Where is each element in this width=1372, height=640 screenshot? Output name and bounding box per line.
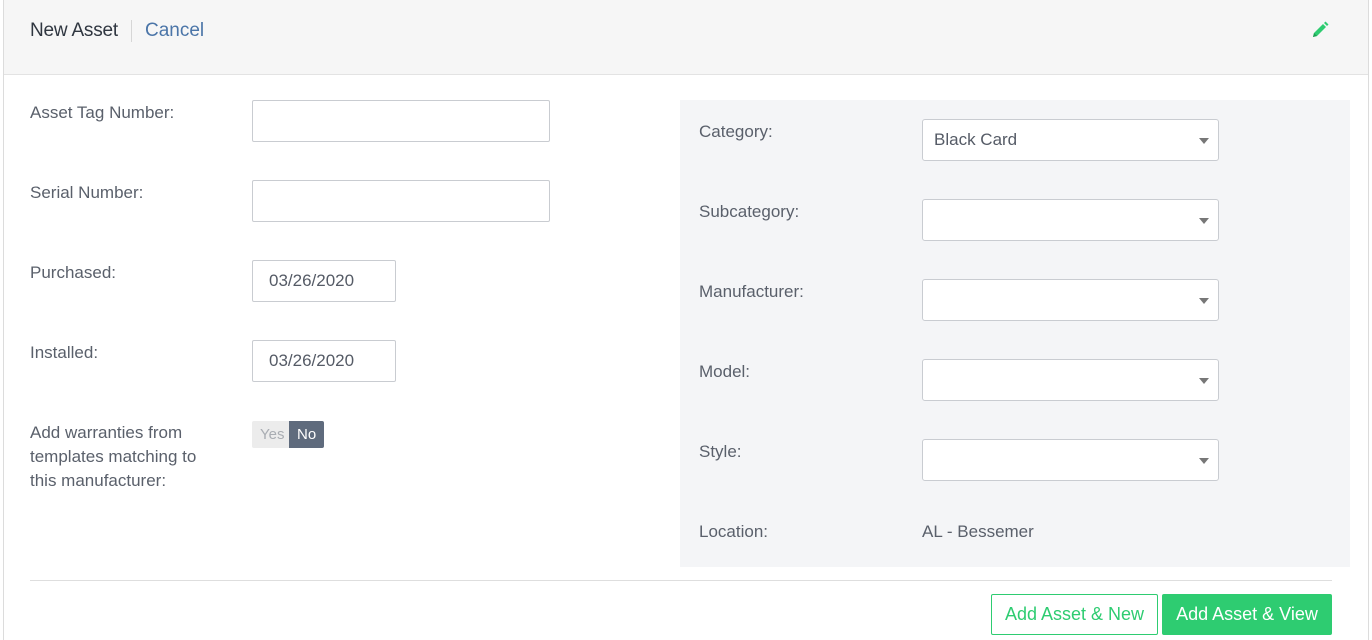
installed-label: Installed: [30, 343, 99, 362]
model-label: Model: [699, 362, 751, 381]
page-title: New Asset [30, 20, 118, 41]
serial-number-label: Serial Number: [30, 183, 144, 202]
warranty-label-line1: Add warranties from [30, 423, 183, 442]
subcategory-label: Subcategory: [699, 202, 800, 221]
manufacturer-select[interactable] [922, 279, 1219, 321]
warranty-yes-option[interactable]: Yes [252, 421, 289, 448]
category-selected-value: Black Card [934, 130, 1018, 149]
style-select[interactable] [922, 439, 1219, 481]
chevron-down-icon [1199, 218, 1209, 224]
header-divider [131, 20, 132, 42]
asset-tag-label: Asset Tag Number: [30, 103, 175, 122]
add-asset-and-view-button[interactable]: Add Asset & View [1162, 594, 1332, 635]
location-value: AL - Bessemer [922, 522, 1034, 541]
purchased-label: Purchased: [30, 263, 116, 282]
category-label: Category: [699, 122, 773, 141]
cancel-link[interactable]: Cancel [145, 20, 204, 42]
location-label: Location: [699, 522, 768, 541]
new-asset-form: New Asset Cancel Asset Tag Number: Seria… [3, 0, 1369, 640]
serial-number-input[interactable] [252, 180, 550, 222]
chevron-down-icon [1199, 298, 1209, 304]
chevron-down-icon [1199, 378, 1209, 384]
warranty-label-line3: this manufacturer: [30, 471, 167, 490]
installed-date-input[interactable]: 03/26/2020 [252, 340, 396, 382]
purchased-date-input[interactable]: 03/26/2020 [252, 260, 396, 302]
manufacturer-label: Manufacturer: [699, 282, 804, 301]
warranty-label-line2: templates matching to [30, 447, 197, 466]
add-asset-and-new-button[interactable]: Add Asset & New [991, 594, 1158, 635]
pencil-icon[interactable] [1310, 20, 1330, 40]
category-select[interactable]: Black Card [922, 119, 1219, 161]
footer-divider [30, 580, 1332, 581]
warranty-no-option[interactable]: No [289, 421, 324, 448]
subcategory-select[interactable] [922, 199, 1219, 241]
warranty-label: Add warranties from templates matching t… [30, 421, 196, 493]
chevron-down-icon [1199, 458, 1209, 464]
classification-panel: Category: Black Card Subcategory: Manufa… [680, 100, 1350, 567]
form-header: New Asset Cancel [4, 0, 1368, 75]
asset-tag-input[interactable] [252, 100, 550, 142]
warranty-toggle: Yes No [252, 421, 324, 448]
style-label: Style: [699, 442, 742, 461]
model-select[interactable] [922, 359, 1219, 401]
chevron-down-icon [1199, 138, 1209, 144]
